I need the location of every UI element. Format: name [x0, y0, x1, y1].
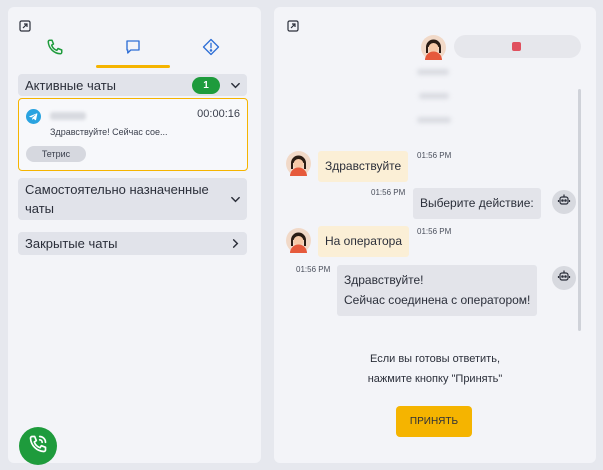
robot-icon [557, 193, 571, 212]
call-button[interactable] [19, 427, 57, 465]
section-label: Активные чаты [25, 77, 117, 93]
chat-list-panel: Активные чаты 1 00:00:16 Здравствуйте! С… [8, 7, 261, 465]
message-line: Сейчас соединена с оператором! [344, 293, 531, 307]
client-avatar [286, 151, 311, 176]
message-time: 01:56 PM [371, 188, 406, 197]
scrollbar[interactable] [578, 89, 581, 331]
message-time: 01:56 PM [296, 265, 331, 274]
section-label: Закрытые чаты [25, 236, 118, 251]
message-time: 01:56 PM [417, 151, 452, 160]
message-bubble-bot: Выберите действие: [413, 188, 541, 219]
robot-icon [557, 269, 571, 288]
status-icon [512, 42, 521, 51]
chevron-right-icon[interactable] [223, 238, 247, 249]
message-bubble-client: На оператора [318, 226, 409, 257]
section-closed-chats[interactable]: Закрытые чаты [18, 232, 247, 255]
accept-button[interactable]: ПРИНЯТЬ [396, 406, 472, 437]
channel-tabs [8, 29, 261, 69]
chat-icon [124, 38, 142, 61]
phone-icon [46, 38, 64, 61]
redacted-info [417, 69, 449, 75]
tab-info[interactable] [186, 29, 236, 69]
section-active-chats[interactable]: Активные чаты 1 [18, 74, 247, 96]
active-tab-indicator [96, 65, 170, 68]
section-self-assigned-chats[interactable]: Самостоятельно назначенные чаты [18, 178, 247, 220]
expand-icon[interactable] [287, 20, 299, 32]
client-avatar [286, 228, 311, 253]
tab-phone[interactable] [30, 29, 80, 69]
chat-item-card[interactable]: 00:00:16 Здравствуйте! Сейчас сое... Тет… [18, 98, 248, 171]
chevron-down-icon[interactable] [223, 80, 247, 91]
client-avatar [421, 35, 446, 60]
message-bubble-client: Здравствуйте [318, 151, 409, 182]
conversation-panel: Здравствуйте 01:56 PM 01:56 PM Выберите … [274, 7, 596, 463]
last-message-preview: Здравствуйте! Сейчас сое... [50, 127, 168, 137]
contact-info-pill[interactable] [454, 35, 581, 58]
active-count-badge: 1 [192, 76, 220, 94]
telegram-icon [26, 109, 41, 124]
tab-chat[interactable] [108, 29, 158, 69]
project-tag: Тетрис [26, 146, 86, 162]
chat-timer: 00:00:16 [197, 108, 240, 120]
diamond-info-icon [202, 38, 220, 61]
section-label: Самостоятельно назначенные чаты [25, 182, 209, 216]
redacted-contact-name [50, 112, 86, 120]
phone-ringing-icon [28, 434, 48, 459]
message-time: 01:56 PM [417, 227, 452, 236]
redacted-info [417, 117, 451, 123]
message-line: Здравствуйте! [344, 273, 424, 287]
accept-notice-line: нажмите кнопку "Принять" [367, 373, 503, 385]
redacted-info [419, 93, 449, 99]
message-bubble-bot: Здравствуйте! Сейчас соединена с операто… [337, 265, 538, 316]
bot-avatar [552, 266, 576, 290]
accept-notice-line: Если вы готовы ответить, [369, 353, 501, 365]
bot-avatar [552, 190, 576, 214]
chevron-down-icon[interactable] [223, 194, 247, 205]
